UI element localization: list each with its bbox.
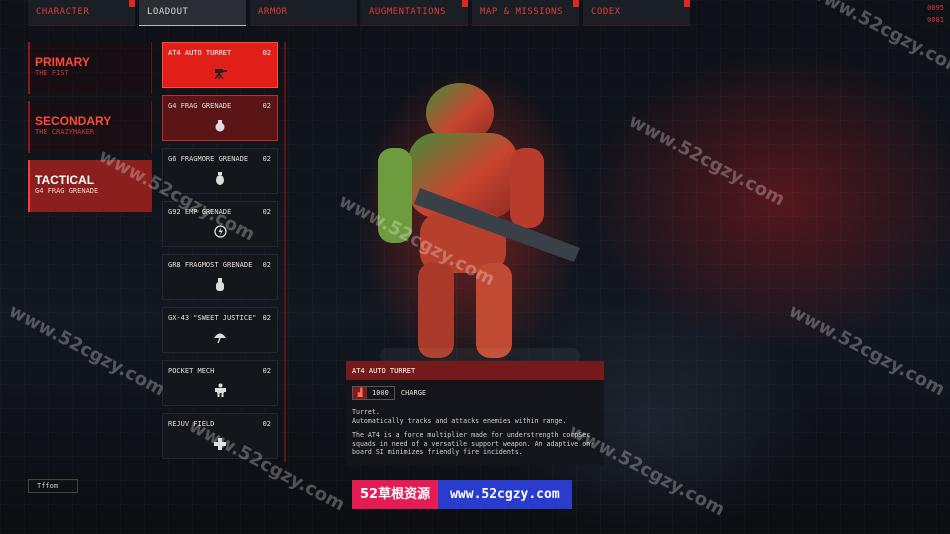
item-count: 02 bbox=[262, 102, 271, 110]
item-count: 02 bbox=[262, 261, 271, 269]
details-stats: ▟ 1000 CHARGE bbox=[352, 386, 604, 400]
corner-codes: 0095 0081 bbox=[927, 2, 944, 26]
item-count: 02 bbox=[262, 49, 271, 57]
tab-label: AUGMENTATIONS bbox=[369, 7, 446, 17]
cost-value: 1000 bbox=[372, 389, 389, 397]
tactical-item-list: AT4 AUTO TURRET 02 G4 FRAG GRENADE 02 G6… bbox=[162, 42, 278, 466]
item-name: POCKET MECH bbox=[168, 367, 215, 375]
slot-title: PRIMARY bbox=[35, 55, 90, 69]
item-name: G4 FRAG GRENADE bbox=[168, 102, 232, 110]
loadout-slots: PRIMARY THE FIST SECONDARY THE CRAZYMAKE… bbox=[28, 42, 152, 219]
item-count: 02 bbox=[262, 208, 271, 216]
description-line: Automatically tracks and attacks enemies… bbox=[352, 416, 567, 425]
details-title: AT4 AUTO TURRET bbox=[346, 361, 604, 380]
item-count: 02 bbox=[262, 155, 271, 163]
description-paragraph: The AT4 is a force multiplier made for u… bbox=[352, 431, 595, 456]
watermark-banner: 52草根资源 www.52cgzy.com bbox=[352, 480, 572, 509]
item-count: 02 bbox=[262, 314, 271, 322]
item-details-card: AT4 AUTO TURRET ▟ 1000 CHARGE Turret. Aut… bbox=[346, 361, 604, 466]
description-line: Turret. bbox=[352, 408, 380, 416]
tab-label: ARMOR bbox=[258, 7, 288, 17]
corner-code: 0081 bbox=[927, 16, 944, 24]
notification-flag-icon bbox=[129, 0, 135, 7]
item-name: AT4 AUTO TURRET bbox=[168, 49, 232, 57]
notification-flag-icon bbox=[462, 0, 468, 7]
corner-code: 0095 bbox=[927, 4, 944, 12]
slot-subtitle: THE FIST bbox=[35, 69, 69, 77]
item-count: 02 bbox=[262, 420, 271, 428]
slot-subtitle: G4 FRAG GRENADE bbox=[35, 187, 99, 195]
item-gr8-fragmost-grenade[interactable]: GR8 FRAGMOST GRENADE 02 bbox=[162, 254, 278, 300]
cost-box: ▟ 1000 bbox=[352, 386, 395, 400]
mech-icon bbox=[163, 383, 277, 401]
item-type: CHARGE bbox=[400, 389, 427, 397]
tab-label: LOADOUT bbox=[147, 7, 189, 17]
grenade-icon bbox=[163, 278, 277, 295]
item-name: GR8 FRAGMOST GRENADE bbox=[168, 261, 253, 269]
item-count: 02 bbox=[262, 367, 271, 375]
notification-flag-icon bbox=[573, 0, 579, 7]
tab-augmentations[interactable]: AUGMENTATIONS bbox=[361, 0, 468, 26]
grenade-icon bbox=[163, 119, 277, 136]
item-pocket-mech[interactable]: POCKET MECH 02 bbox=[162, 360, 278, 406]
tab-label: CHARACTER bbox=[36, 7, 90, 17]
top-nav: CHARACTER LOADOUT ARMOR AUGMENTATIONS MA… bbox=[28, 0, 690, 26]
item-at4-auto-turret[interactable]: AT4 AUTO TURRET 02 bbox=[162, 42, 278, 88]
notification-flag-icon bbox=[684, 0, 690, 7]
slot-subtitle: THE CRAZYMAKER bbox=[35, 128, 95, 136]
tab-loadout[interactable]: LOADOUT bbox=[139, 0, 246, 26]
details-description: Turret. Automatically tracks and attacks … bbox=[352, 408, 598, 457]
bottom-tag: Tffom bbox=[28, 479, 78, 493]
banner-right: www.52cgzy.com bbox=[438, 480, 572, 509]
slot-primary[interactable]: PRIMARY THE FIST bbox=[28, 42, 152, 94]
slot-edge bbox=[151, 101, 152, 153]
tab-label: MAP & MISSIONS bbox=[480, 7, 563, 17]
tab-character[interactable]: CHARACTER bbox=[28, 0, 135, 26]
tab-armor[interactable]: ARMOR bbox=[250, 0, 357, 26]
charge-bars-icon: ▟ bbox=[353, 387, 367, 399]
tab-codex[interactable]: CODEX bbox=[583, 0, 690, 26]
item-name: GX-43 "SWEET JUSTICE" bbox=[168, 314, 257, 322]
banner-left: 52草根资源 bbox=[352, 480, 439, 509]
tab-map-missions[interactable]: MAP & MISSIONS bbox=[472, 0, 579, 26]
slot-title: SECONDARY bbox=[35, 114, 112, 128]
slot-secondary[interactable]: SECONDARY THE CRAZYMAKER bbox=[28, 101, 152, 153]
turret-icon bbox=[163, 67, 277, 83]
item-g4-frag-grenade[interactable]: G4 FRAG GRENADE 02 bbox=[162, 95, 278, 141]
item-gx43-sweet-justice[interactable]: GX-43 "SWEET JUSTICE" 02 bbox=[162, 307, 278, 353]
slot-edge bbox=[151, 42, 152, 94]
list-divider bbox=[284, 42, 286, 462]
tab-label: CODEX bbox=[591, 7, 621, 17]
item-name: G6 FRAGMORE GRENADE bbox=[168, 155, 249, 163]
umbrella-icon bbox=[163, 331, 277, 348]
